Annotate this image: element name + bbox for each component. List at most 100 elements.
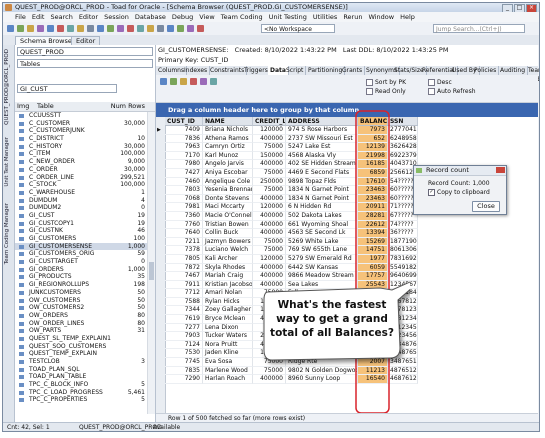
cell-name[interactable]: Camryn Ortiz [203,143,253,152]
cell-name[interactable]: Tucker Waters [203,332,253,341]
table-row[interactable]: 7290 Harlan Roach 400000 8960 Sunny Loop 165… [156,375,538,384]
cell-ssn[interactable]: 36264287 [388,143,418,152]
scroll-thumb[interactable] [149,262,154,280]
cell-cust-id[interactable]: 7378 [165,246,203,255]
debug-icon[interactable] [117,25,124,32]
table-list-item[interactable]: TPC_C_BLOCK_INFO 5 [15,381,147,389]
table-row[interactable]: ▶ 7409 Briana Nichols 120000 974 S Rose Harb… [156,126,538,135]
table-row[interactable]: 7640 Collin Buck 400000 4563 SE Second Lk 13… [156,229,538,238]
workspace-selector[interactable]: <No Workspace selected> [261,24,335,42]
cell-ssn[interactable]: 36????? [388,229,418,238]
cell-address[interactable]: 9898 Topaz Flds [286,177,358,187]
table-list-item[interactable]: GI_PRODUCTS 35 [15,273,147,281]
menu-item-database[interactable]: Database [135,13,166,21]
editor-icon[interactable] [17,25,24,32]
run-icon[interactable] [107,25,114,32]
workspace-icon[interactable] [167,25,174,32]
cell-cust-id[interactable]: 7981 [165,203,203,212]
stop-icon[interactable] [57,25,64,32]
cell-ssn[interactable]: 18771906 [388,237,418,247]
window-icon[interactable] [157,25,164,32]
col-header-cust-id[interactable]: CUST_ID [165,117,203,126]
menu-item-edit[interactable]: Edit [32,13,45,21]
filter-icon[interactable] [160,78,167,85]
menu-item-view[interactable]: View [199,13,214,21]
table-row[interactable]: 7872 Skyla Rhodes 400000 6442 SW Kansas 6059… [156,263,538,273]
cell-name[interactable]: Collin Buck [203,229,253,238]
menu-item-debug[interactable]: Debug [172,13,193,21]
cell-cust-id[interactable]: 7911 [165,280,203,290]
table-list-item[interactable]: QUEST_SL_TEMP_EXPLAIN1 [15,335,147,343]
cell-cust-id[interactable]: 7530 [165,349,203,359]
cell-name[interactable]: Luciano Welch [203,246,253,255]
cell-address[interactable]: 4568 Alaska Vly [286,151,358,161]
cell-address[interactable]: 1834 N Garnet Point [286,194,358,204]
side-tab-unit-test-manager[interactable]: Unit Test Manager [4,137,13,187]
table-list-item[interactable]: CCUUSSTT [15,112,147,120]
cell-ssn[interactable]: 55491826 [388,263,418,273]
cell-name[interactable]: Briana Nichols [203,126,253,135]
table-list-item[interactable]: TPC_C_LOAD_PROGRESS 5,461 [15,389,147,397]
minimize-button[interactable]: _ [502,4,513,12]
table-list-item[interactable]: C_WAREHOUSE 1 [15,189,147,197]
print-icon[interactable] [97,25,104,32]
cell-credit-lmt[interactable]: 400000 [253,229,286,238]
table-list-item[interactable]: QUEST_SOO_CUSTOMERS [15,343,147,351]
cell-name[interactable]: Rylan Hicks [203,297,253,307]
cell-name[interactable]: Skyla Rhodes [203,263,253,273]
cell-cust-id[interactable]: 7760 [165,220,203,230]
table-list-item[interactable]: QUEST_TEMP_EXPLAIN [15,350,147,358]
cell-cust-id[interactable]: 7409 [165,126,203,135]
read-only-checkbox[interactable]: Read Only [366,88,406,95]
tab-auditing[interactable]: Auditing [498,66,529,75]
table-list-item[interactable]: OW_PARTS 31 [15,327,147,335]
menu-item-unit-testing[interactable]: Unit Testing [269,13,307,21]
export-icon[interactable] [177,25,184,32]
table-list-item[interactable]: GI_CUST 19 [15,212,147,220]
cell-cust-id[interactable]: 7903 [165,332,203,341]
maximize-button[interactable]: □ [514,4,525,12]
menu-item-session[interactable]: Session [104,13,129,21]
commit-icon[interactable] [200,78,207,85]
menu-item-search[interactable]: Search [50,13,72,21]
cell-cust-id[interactable]: 7836 [165,134,203,144]
table-list-item[interactable]: GI_CUSTNK 46 [15,227,147,235]
cell-cust-id[interactable]: 7344 [165,306,203,316]
cell-name[interactable]: Nora Pruitt [203,340,253,350]
cell-credit-lmt[interactable]: 75000 [253,186,286,195]
cell-cust-id[interactable]: 7835 [165,366,203,376]
cell-name[interactable]: Kristian Jacobson [203,280,253,290]
cell-credit-lmt[interactable]: 120000 [253,254,286,264]
cell-credit-lmt[interactable]: 400000 [253,134,286,144]
table-row[interactable]: 7760 Tristian Bowen 400000 661 Wyoming Shoa… [156,220,538,230]
cell-name[interactable]: Karl Munoz [203,151,253,161]
cell-name[interactable]: Harlan Roach [203,375,253,384]
cell-address[interactable]: 2737 SW Missouri Est [286,134,358,144]
refresh-icon[interactable] [67,25,74,32]
cell-name[interactable]: Bryce Mclean [203,315,253,324]
cell-cust-id[interactable]: 7360 [165,211,203,221]
new-connection-icon[interactable] [7,25,14,32]
schema-selector[interactable]: QUEST_PROD [17,47,153,56]
cell-credit-lmt[interactable]: 400000 [253,160,286,169]
col-table[interactable]: Table [37,102,54,111]
table-list-item[interactable]: OW_ORDERS 80 [15,312,147,320]
import-icon[interactable] [187,25,194,32]
cell-ssn[interactable]: 74????? [388,220,418,230]
table-row[interactable]: 7963 Camryn Ortiz 75000 5247 Lake Est 12139 3… [156,143,538,152]
cell-name[interactable]: Macie O'Connell [203,211,253,221]
table-list-item[interactable]: OW_ORDER_LINES 80 [15,320,147,328]
cell-credit-lmt[interactable]: 75000 [253,246,286,255]
cell-credit-lmt[interactable]: 75000 [253,143,286,152]
table-list-scrollbar[interactable] [147,112,155,414]
session-icon[interactable] [47,25,54,32]
tab-team-coding[interactable]: Team Coding [526,66,539,83]
cell-cust-id[interactable]: 7068 [165,194,203,204]
col-header-ssn[interactable]: SSN [388,117,418,126]
cell-address[interactable]: 402 SE Hidden Stream Ste [286,160,358,169]
cell-credit-lmt[interactable]: 150000 [253,151,286,161]
col-num-rows[interactable]: Num Rows [111,102,145,111]
table-list-item[interactable]: GI_REGIONROLLUPS 198 [15,281,147,289]
close-window-button[interactable]: × [526,4,537,12]
menu-item-utilities[interactable]: Utilities [313,13,337,21]
